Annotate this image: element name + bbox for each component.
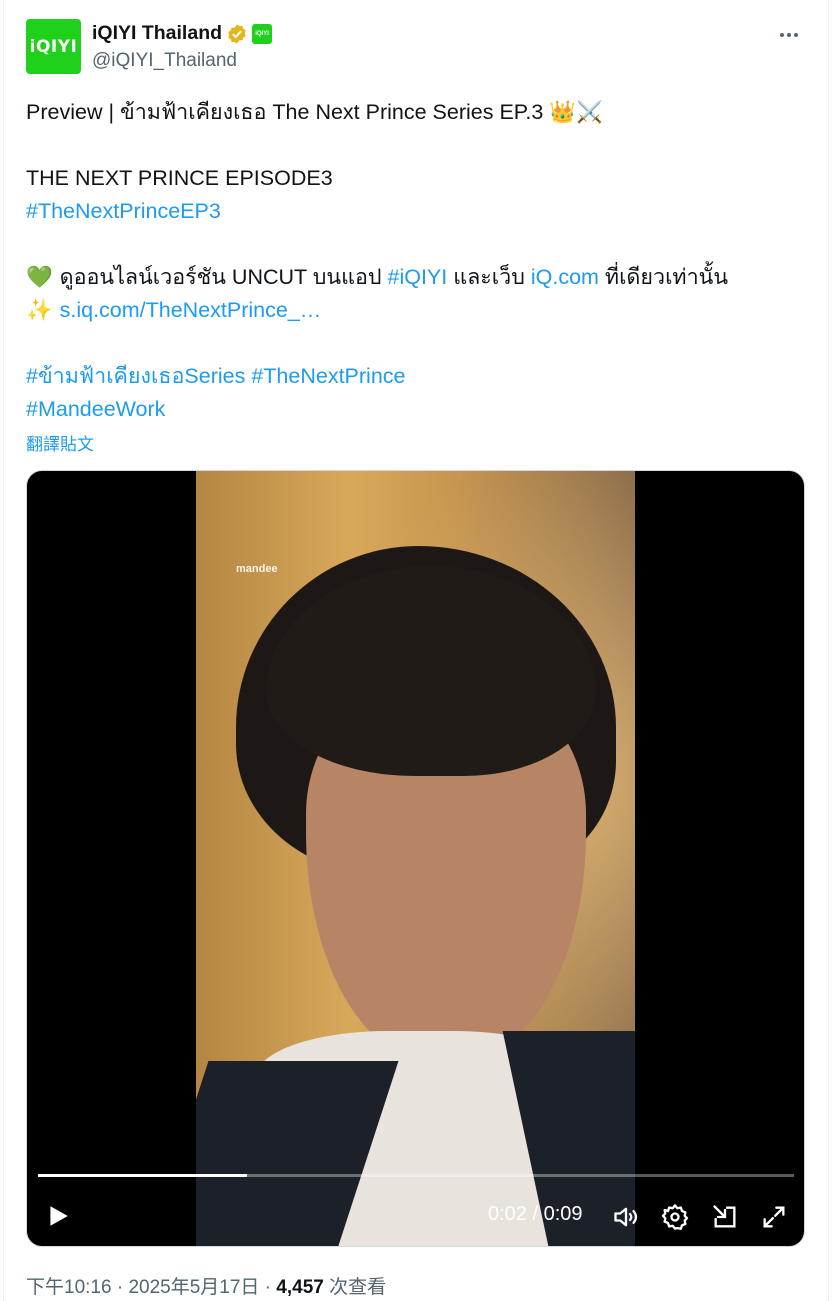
video-time: 0:02 / 0:09 <box>488 1203 583 1226</box>
tweet-line: 💚 ดูออนไลน์เวอร์ชัน UNCUT บนแอป #iQIYI แ… <box>26 261 806 294</box>
tweet-time[interactable]: 下午10:16 <box>26 1277 112 1298</box>
fullscreen-icon[interactable] <box>760 1203 788 1231</box>
tweet-link[interactable]: #TheNextPrince <box>251 364 405 388</box>
time-separator: / <box>526 1203 544 1225</box>
play-icon[interactable] <box>45 1202 71 1230</box>
tweet-text-segment: THE NEXT PRINCE EPISODE3 <box>26 166 333 190</box>
view-count: 4,457 <box>276 1277 324 1298</box>
video-frame[interactable]: mandee <box>196 471 635 1246</box>
duration: 0:09 <box>543 1203 583 1225</box>
tweet-text-segment: Preview | ข้ามฟ้าเคียงเธอ The Next Princ… <box>26 100 550 124</box>
tweet-text-segment: ที่เดียวเท่านั้น <box>598 265 729 289</box>
meta-separator: · <box>259 1277 277 1298</box>
emoji: ✨ <box>26 298 60 323</box>
emoji: 👑⚔️ <box>549 100 603 125</box>
tweet-meta: 下午10:16 · 2025年5月17日 · 4,457 次查看 <box>26 1272 386 1299</box>
video-progress-bar[interactable] <box>38 1174 794 1177</box>
verified-badge-icon <box>228 23 246 44</box>
more-icon[interactable] <box>774 23 804 47</box>
handle[interactable]: @iQIYI_Thailand <box>92 50 237 72</box>
emoji: 💚 <box>26 265 60 290</box>
picture-in-picture-icon[interactable] <box>711 1203 739 1231</box>
tweet-line: #ข้ามฟ้าเคียงเธอSeries #TheNextPrince <box>26 360 806 393</box>
tweet-line: THE NEXT PRINCE EPISODE3 <box>26 162 806 195</box>
video-progress-fill <box>38 1174 248 1177</box>
tweet-line: Preview | ข้ามฟ้าเคียงเธอ The Next Princ… <box>26 96 806 129</box>
settings-icon[interactable] <box>661 1203 689 1231</box>
name-row: iQIYI Thailand iQIYI <box>92 22 273 45</box>
display-name[interactable]: iQIYI Thailand <box>92 22 222 45</box>
tweet-link[interactable]: iQ.com <box>531 265 599 289</box>
avatar[interactable]: iQIYI <box>26 19 81 74</box>
tweet-line: #MandeeWork <box>26 393 806 426</box>
meta-separator: · <box>111 1277 129 1298</box>
tweet-header: iQIYI iQIYI Thailand iQIYI @iQIYI_Thaila… <box>26 19 806 75</box>
tweet-line: #TheNextPrinceEP3 <box>26 195 806 228</box>
tweet-link[interactable]: s.iq.com/TheNextPrince_… <box>60 298 322 322</box>
affiliate-badge[interactable]: iQIYI <box>252 23 273 44</box>
translate-link[interactable]: 翻譯貼文 <box>26 430 94 455</box>
tweet-date[interactable]: 2025年5月17日 <box>128 1277 259 1298</box>
video-player[interactable]: mandee 0:02 / 0:09 <box>26 470 805 1247</box>
tweet-link[interactable]: #TheNextPrinceEP3 <box>26 199 221 223</box>
tweet-link[interactable]: #iQIYI <box>387 265 447 289</box>
tweet-text: Preview | ข้ามฟ้าเคียงเธอ The Next Princ… <box>26 96 806 426</box>
tweet-link[interactable]: #ข้ามฟ้าเคียงเธอSeries <box>26 364 245 388</box>
tweet-text-segment: ดูออนไลน์เวอร์ชัน UNCUT บนแอป <box>59 265 388 289</box>
tweet-line: ✨ s.iq.com/TheNextPrince_… <box>26 294 806 327</box>
tweet-text-segment: และเว็บ <box>447 265 531 289</box>
volume-icon[interactable] <box>612 1203 640 1231</box>
view-label: 次查看 <box>323 1277 387 1298</box>
tweet-link[interactable]: #MandeeWork <box>26 397 165 421</box>
video-watermark: mandee <box>236 563 278 575</box>
current-time: 0:02 <box>488 1203 527 1225</box>
